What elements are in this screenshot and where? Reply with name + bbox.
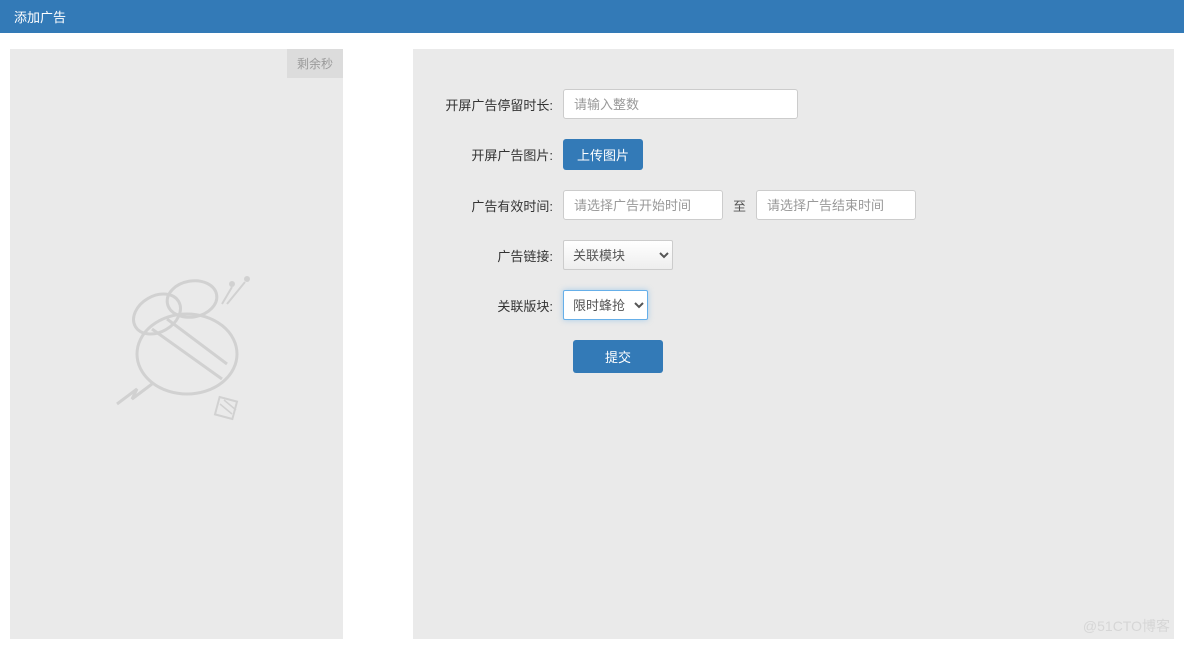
module-label: 关联版块: (443, 296, 563, 315)
countdown-label: 剩余秒 (287, 49, 343, 78)
module-row: 关联版块: 限时蜂抢 (443, 290, 1144, 320)
time-separator: 至 (723, 196, 756, 215)
ad-link-label: 广告链接: (443, 246, 563, 265)
page-header: 添加广告 (0, 0, 1184, 33)
ad-link-row: 广告链接: 关联模块 (443, 240, 1144, 270)
page-title: 添加广告 (14, 10, 66, 25)
ad-link-select[interactable]: 关联模块 (563, 240, 673, 270)
start-time-input[interactable] (563, 190, 723, 220)
watermark: @51CTO博客 (1083, 616, 1170, 636)
main-container: 剩余秒 开屏广告停留时长: 开屏广告图片: 上传图片 广告有效时间 (0, 33, 1184, 655)
duration-row: 开屏广告停留时长: (443, 89, 1144, 119)
submit-button[interactable]: 提交 (573, 340, 663, 373)
duration-label: 开屏广告停留时长: (443, 95, 563, 114)
end-time-input[interactable] (756, 190, 916, 220)
form-panel: 开屏广告停留时长: 开屏广告图片: 上传图片 广告有效时间: 至 广告链接: 关… (413, 49, 1174, 639)
image-row: 开屏广告图片: 上传图片 (443, 139, 1144, 170)
preview-panel: 剩余秒 (10, 49, 343, 639)
valid-time-label: 广告有效时间: (443, 196, 563, 215)
duration-input[interactable] (563, 89, 798, 119)
valid-time-row: 广告有效时间: 至 (443, 190, 1144, 220)
bee-logo-icon (77, 244, 277, 444)
image-label: 开屏广告图片: (443, 145, 563, 164)
upload-image-button[interactable]: 上传图片 (563, 139, 643, 170)
module-select[interactable]: 限时蜂抢 (563, 290, 648, 320)
submit-row: 提交 (573, 340, 1144, 373)
